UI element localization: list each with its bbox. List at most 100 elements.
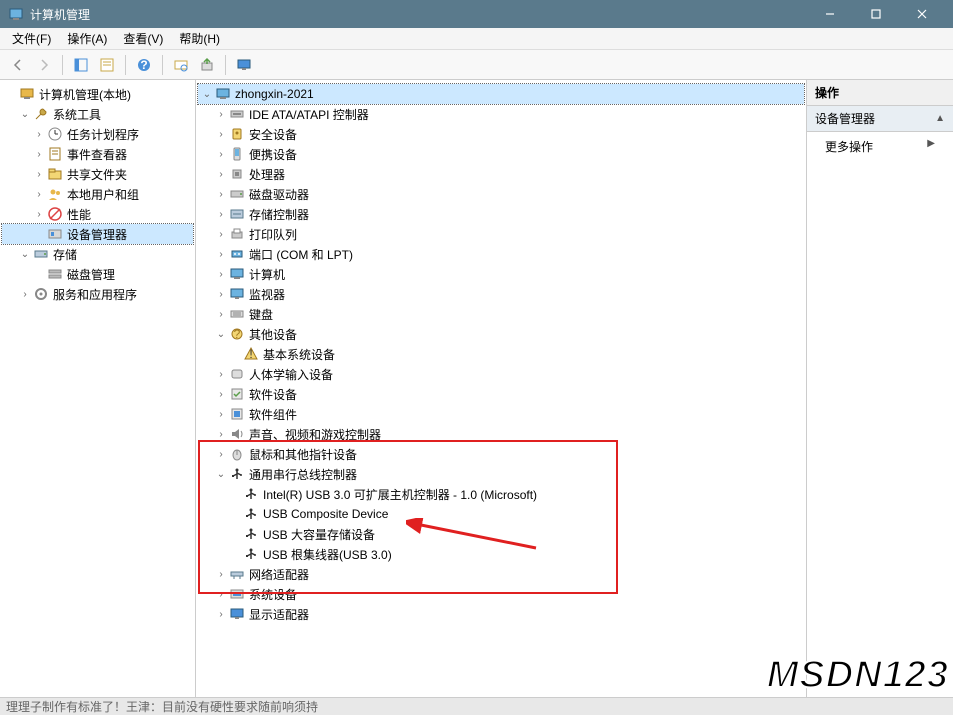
- expand-chevron-icon[interactable]: ›: [214, 169, 228, 180]
- expand-chevron-icon[interactable]: ›: [214, 409, 228, 420]
- expand-chevron-icon[interactable]: ›: [32, 129, 46, 140]
- center-tree-row[interactable]: ›计算机: [198, 264, 804, 284]
- expand-chevron-icon[interactable]: ›: [214, 429, 228, 440]
- center-tree-row[interactable]: ›人体学输入设备: [198, 364, 804, 384]
- center-tree-label: 鼠标和其他指针设备: [249, 446, 363, 463]
- expand-chevron-icon[interactable]: ›: [214, 369, 228, 380]
- expand-chevron-icon[interactable]: ›: [214, 449, 228, 460]
- center-tree-row[interactable]: ›处理器: [198, 164, 804, 184]
- left-tree-row[interactable]: ›共享文件夹: [2, 164, 193, 184]
- expand-chevron-icon[interactable]: ›: [214, 109, 228, 120]
- left-tree-row[interactable]: ›性能: [2, 204, 193, 224]
- maximize-button[interactable]: [853, 0, 899, 28]
- center-tree-row[interactable]: ›便携设备: [198, 144, 804, 164]
- expand-chevron-icon[interactable]: ⌄: [214, 469, 228, 480]
- expand-chevron-icon[interactable]: ›: [214, 149, 228, 160]
- center-tree-pane[interactable]: ⌄zhongxin-2021›IDE ATA/ATAPI 控制器›安全设备›便携…: [196, 80, 807, 715]
- expand-chevron-icon[interactable]: ›: [32, 209, 46, 220]
- left-tree-label: 事件查看器: [67, 146, 133, 163]
- center-tree-row[interactable]: USB 根集线器(USB 3.0): [198, 544, 804, 564]
- expand-chevron-icon[interactable]: ⌄: [18, 249, 32, 260]
- center-tree-row[interactable]: Intel(R) USB 3.0 可扩展主机控制器 - 1.0 (Microso…: [198, 484, 804, 504]
- left-tree-row[interactable]: ›本地用户和组: [2, 184, 193, 204]
- center-tree-row[interactable]: USB 大容量存储设备: [198, 524, 804, 544]
- expand-chevron-icon[interactable]: ›: [214, 189, 228, 200]
- update-driver-button[interactable]: [195, 53, 219, 77]
- monitor-button[interactable]: [232, 53, 256, 77]
- menu-help[interactable]: 帮助(H): [171, 28, 228, 49]
- left-tree-row[interactable]: ⌄系统工具: [2, 104, 193, 124]
- expand-chevron-icon[interactable]: ›: [214, 569, 228, 580]
- expand-chevron-icon[interactable]: ›: [32, 169, 46, 180]
- audio-icon: [229, 426, 245, 442]
- left-tree-row[interactable]: ›服务和应用程序: [2, 284, 193, 304]
- show-hide-tree-button[interactable]: [69, 53, 93, 77]
- center-tree-row[interactable]: ⌄ 通用串行总线控制器: [198, 464, 804, 484]
- menu-action[interactable]: 操作(A): [59, 28, 115, 49]
- center-tree-label: 通用串行总线控制器: [249, 466, 363, 483]
- expand-chevron-icon[interactable]: ›: [214, 309, 228, 320]
- component-icon: [229, 406, 245, 422]
- left-tree-row[interactable]: 计算机管理(本地): [2, 84, 193, 104]
- expand-chevron-icon[interactable]: ›: [32, 149, 46, 160]
- expand-chevron-icon[interactable]: ›: [214, 589, 228, 600]
- left-tree-row[interactable]: 磁盘管理: [2, 264, 193, 284]
- center-tree-row[interactable]: ›IDE ATA/ATAPI 控制器: [198, 104, 804, 124]
- expand-chevron-icon[interactable]: ›: [214, 249, 228, 260]
- toolbar: ?: [0, 50, 953, 80]
- center-tree-row[interactable]: ›打印队列: [198, 224, 804, 244]
- center-tree-row[interactable]: › 鼠标和其他指针设备: [198, 444, 804, 464]
- actions-pane: 操作 设备管理器 ▲ 更多操作 ▶: [807, 80, 953, 715]
- close-button[interactable]: [899, 0, 945, 28]
- center-tree-row[interactable]: ›键盘: [198, 304, 804, 324]
- center-tree-row[interactable]: ⌄zhongxin-2021: [198, 84, 804, 104]
- properties-button[interactable]: [95, 53, 119, 77]
- expand-chevron-icon[interactable]: ›: [32, 189, 46, 200]
- forward-button[interactable]: [32, 53, 56, 77]
- computer-icon: [215, 86, 231, 102]
- expand-chevron-icon[interactable]: ›: [214, 209, 228, 220]
- left-tree-row[interactable]: ›任务计划程序: [2, 124, 193, 144]
- scan-hardware-button[interactable]: [169, 53, 193, 77]
- left-tree-row[interactable]: ⌄存储: [2, 244, 193, 264]
- center-tree-row[interactable]: ⌄?其他设备: [198, 324, 804, 344]
- center-tree-row[interactable]: ›磁盘驱动器: [198, 184, 804, 204]
- expand-chevron-icon[interactable]: ›: [214, 229, 228, 240]
- expand-chevron-icon[interactable]: ⌄: [200, 89, 214, 100]
- expand-chevron-icon[interactable]: ›: [214, 389, 228, 400]
- actions-subheader[interactable]: 设备管理器 ▲: [807, 106, 953, 132]
- expand-chevron-icon[interactable]: ›: [214, 609, 228, 620]
- more-actions-item[interactable]: 更多操作 ▶: [807, 132, 953, 161]
- center-tree-row[interactable]: ›端口 (COM 和 LPT): [198, 244, 804, 264]
- center-tree-label: 其他设备: [249, 326, 303, 343]
- center-tree-row[interactable]: ›软件组件: [198, 404, 804, 424]
- expand-chevron-icon[interactable]: ›: [214, 269, 228, 280]
- back-button[interactable]: [6, 53, 30, 77]
- center-tree-row[interactable]: ›网络适配器: [198, 564, 804, 584]
- left-tree-pane[interactable]: 计算机管理(本地)⌄系统工具›任务计划程序›事件查看器›共享文件夹›本地用户和组…: [0, 80, 196, 715]
- left-tree-row[interactable]: › 事件查看器: [2, 144, 193, 164]
- menu-file[interactable]: 文件(F): [4, 28, 59, 49]
- center-tree-row[interactable]: ›安全设备: [198, 124, 804, 144]
- center-tree-row[interactable]: ›声音、视频和游戏控制器: [198, 424, 804, 444]
- center-tree-row[interactable]: › 系统设备: [198, 584, 804, 604]
- center-tree-row[interactable]: ›存储控制器: [198, 204, 804, 224]
- minimize-button[interactable]: [807, 0, 853, 28]
- mouse-icon: [229, 446, 245, 462]
- center-tree-row[interactable]: USB Composite Device: [198, 504, 804, 524]
- help-button[interactable]: ?: [132, 53, 156, 77]
- expand-chevron-icon[interactable]: ›: [18, 289, 32, 300]
- center-tree-row[interactable]: ›监视器: [198, 284, 804, 304]
- expand-chevron-icon[interactable]: ⌄: [214, 329, 228, 340]
- devmgr-icon: [47, 226, 63, 242]
- menu-view[interactable]: 查看(V): [115, 28, 171, 49]
- collapse-icon[interactable]: ▲: [935, 113, 945, 124]
- expand-chevron-icon[interactable]: ›: [214, 129, 228, 140]
- expand-chevron-icon[interactable]: ›: [214, 289, 228, 300]
- center-tree-row[interactable]: ›软件设备: [198, 384, 804, 404]
- expand-chevron-icon[interactable]: ⌄: [18, 109, 32, 120]
- center-tree-row[interactable]: !基本系统设备: [198, 344, 804, 364]
- center-tree-label: 系统设备: [249, 586, 303, 603]
- left-tree-row[interactable]: 设备管理器: [2, 224, 193, 244]
- center-tree-row[interactable]: ›显示适配器: [198, 604, 804, 624]
